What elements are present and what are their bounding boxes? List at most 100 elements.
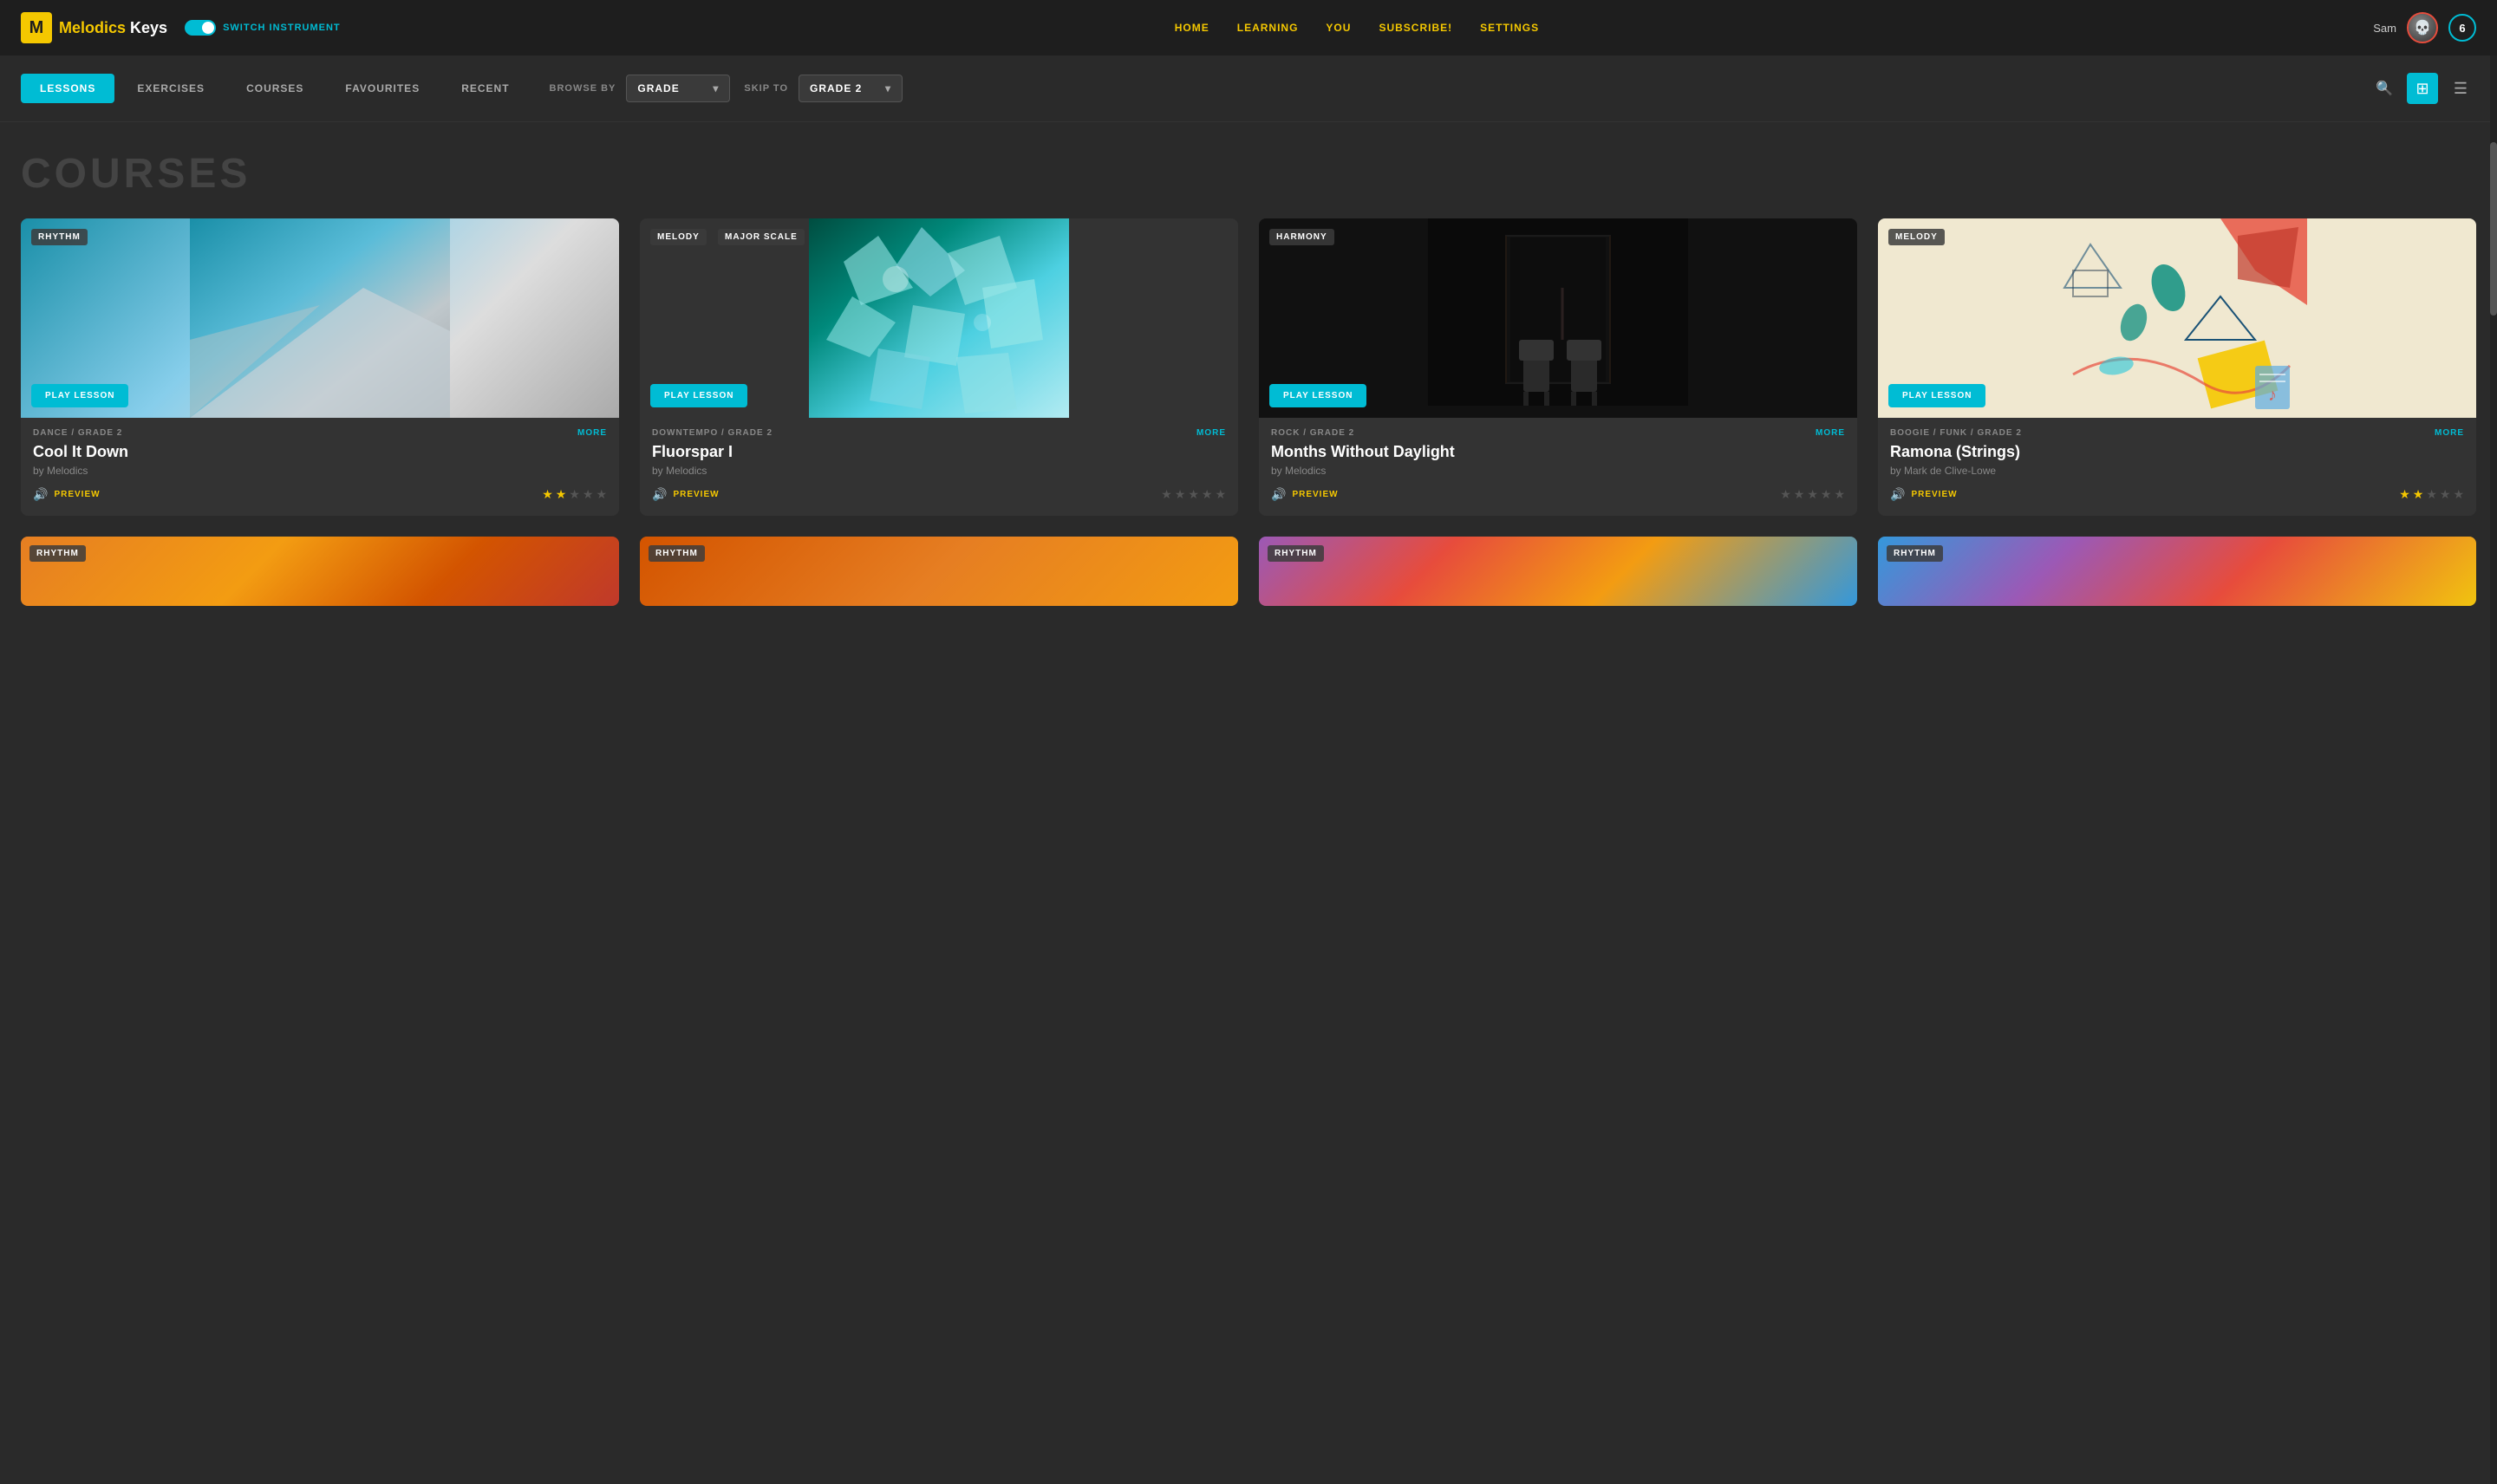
card-cool-it-down[interactable]: RHYTHM PLAY LESSON DANCE / GRADE 2 MORE … (21, 218, 619, 516)
cards-grid: RHYTHM PLAY LESSON DANCE / GRADE 2 MORE … (21, 218, 2476, 516)
card-title-1: Cool It Down (33, 443, 607, 461)
play-lesson-btn-4[interactable]: PLAY LESSON (1888, 384, 1985, 407)
card-months-without-daylight[interactable]: HARMONY PLAY LESSON ROCK / GRADE 2 MORE … (1259, 218, 1857, 516)
play-lesson-btn-2[interactable]: PLAY LESSON (650, 384, 747, 407)
nav-learning[interactable]: LEARNING (1237, 22, 1299, 34)
card-image-cool-it-down: RHYTHM PLAY LESSON (21, 218, 619, 418)
grade2-dropdown[interactable]: GRADE 2 ▾ (799, 75, 903, 102)
card-more-2[interactable]: MORE (1196, 428, 1226, 438)
preview-btn-1[interactable]: 🔊 PREVIEW (33, 487, 101, 502)
star-1-4: ★ (583, 487, 594, 502)
logo-box: M (21, 12, 52, 43)
tab-recent[interactable]: RECENT (442, 74, 528, 103)
search-button[interactable]: 🔍 (2369, 73, 2400, 104)
nav-settings[interactable]: SETTINGS (1480, 22, 1539, 34)
tag-harmony-3: HARMONY (1269, 229, 1334, 245)
star-2-3: ★ (1188, 487, 1199, 502)
bottom-card-image-2: RHYTHM (640, 537, 1238, 606)
bottom-tag-3: RHYTHM (1268, 545, 1324, 562)
bottom-tag-4: RHYTHM (1887, 545, 1943, 562)
card-genre-2: DOWNTEMPO / GRADE 2 (652, 428, 773, 438)
card-ramona[interactable]: ♪ MELODY PLAY LESSON BOOGIE / FUNK / GRA… (1878, 218, 2476, 516)
header-right: Sam 💀 6 (2373, 12, 2476, 43)
tab-courses[interactable]: COURSES (227, 74, 323, 103)
card-info-4: BOOGIE / FUNK / GRADE 2 MORE Ramona (Str… (1878, 418, 2476, 516)
card-image-ramona: ♪ MELODY PLAY LESSON (1878, 218, 2476, 418)
bottom-card-image-1: RHYTHM (21, 537, 619, 606)
card-meta-4: BOOGIE / FUNK / GRADE 2 MORE (1890, 428, 2464, 438)
card-title-4: Ramona (Strings) (1890, 443, 2464, 461)
switch-instrument-area[interactable]: SWITCH INSTRUMENT (185, 20, 341, 36)
stars-4: ★ ★ ★ ★ ★ (2399, 487, 2464, 502)
card-footer-1: 🔊 PREVIEW ★ ★ ★ ★ ★ (33, 487, 607, 502)
card-more-1[interactable]: MORE (577, 428, 607, 438)
skip-area: SKIP TO GRADE 2 ▾ (744, 75, 903, 102)
main-content: COURSES RHY (0, 122, 2497, 634)
card-more-3[interactable]: MORE (1816, 428, 1845, 438)
stars-2: ★ ★ ★ ★ ★ (1161, 487, 1226, 502)
card-genre-4: BOOGIE / FUNK / GRADE 2 (1890, 428, 2022, 438)
preview-btn-2[interactable]: 🔊 PREVIEW (652, 487, 720, 502)
card-more-4[interactable]: MORE (2435, 428, 2464, 438)
nav-subscribe[interactable]: SUBSCRIBE! (1379, 22, 1452, 34)
tab-lessons[interactable]: LESSONS (21, 74, 114, 103)
star-4-2: ★ (2413, 487, 2424, 502)
star-3-3: ★ (1807, 487, 1818, 502)
chevron-down-icon: ▾ (713, 82, 719, 94)
star-3-5: ★ (1834, 487, 1845, 502)
keys-text: Keys (126, 19, 167, 36)
card-genre-3: ROCK / GRADE 2 (1271, 428, 1354, 438)
svg-text:♪: ♪ (2268, 386, 2277, 405)
star-3-4: ★ (1821, 487, 1832, 502)
card-image-fluorspar: MELODY MAJOR SCALE PLAY LESSON (640, 218, 1238, 418)
tab-exercises[interactable]: EXERCISES (118, 74, 224, 103)
melodics-text: Melodics (59, 19, 126, 36)
star-3-1: ★ (1780, 487, 1791, 502)
scrollbar[interactable] (2490, 55, 2497, 1484)
bottom-card-3[interactable]: RHYTHM (1259, 537, 1857, 606)
avatar[interactable]: 💀 (2407, 12, 2438, 43)
preview-btn-4[interactable]: 🔊 PREVIEW (1890, 487, 1958, 502)
card-footer-2: 🔊 PREVIEW ★ ★ ★ ★ ★ (652, 487, 1226, 502)
instrument-toggle[interactable] (185, 20, 216, 36)
card-footer-4: 🔊 PREVIEW ★ ★ ★ ★ ★ (1890, 487, 2464, 502)
star-4-1: ★ (2399, 487, 2410, 502)
bottom-card-2[interactable]: RHYTHM (640, 537, 1238, 606)
app-name: Melodics Keys (59, 19, 167, 37)
tag-melody-2: MELODY (650, 229, 707, 245)
bottom-card-4[interactable]: RHYTHM (1878, 537, 2476, 606)
play-lesson-btn-1[interactable]: PLAY LESSON (31, 384, 128, 407)
card-fluorspar[interactable]: MELODY MAJOR SCALE PLAY LESSON DOWNTEMPO… (640, 218, 1238, 516)
stars-3: ★ ★ ★ ★ ★ (1780, 487, 1845, 502)
scrollbar-thumb[interactable] (2490, 142, 2497, 316)
bottom-cards-row: RHYTHM RHYTHM RHYTHM RHYTHM (21, 537, 2476, 606)
grid-view-button[interactable]: ⊞ (2407, 73, 2438, 104)
star-4-3: ★ (2426, 487, 2437, 502)
stars-1: ★ ★ ★ ★ ★ (542, 487, 607, 502)
speaker-icon-4: 🔊 (1890, 487, 1906, 502)
right-controls: 🔍 ⊞ ☰ (2369, 73, 2476, 104)
username: Sam (2373, 22, 2396, 35)
play-lesson-btn-3[interactable]: PLAY LESSON (1269, 384, 1366, 407)
card-title-3: Months Without Daylight (1271, 443, 1845, 461)
grade-dropdown[interactable]: GRADE ▾ (626, 75, 730, 102)
list-icon: ☰ (2454, 80, 2468, 98)
nav-you[interactable]: YOU (1326, 22, 1351, 34)
bottom-card-image-3: RHYTHM (1259, 537, 1857, 606)
browse-by-label: BROWSE BY (550, 83, 616, 94)
card-image-months: HARMONY PLAY LESSON (1259, 218, 1857, 418)
preview-btn-3[interactable]: 🔊 PREVIEW (1271, 487, 1339, 502)
nav-home[interactable]: HOME (1175, 22, 1209, 34)
speaker-icon-2: 🔊 (652, 487, 668, 502)
star-4-5: ★ (2453, 487, 2464, 502)
notification-badge[interactable]: 6 (2448, 14, 2476, 42)
tab-favourites[interactable]: FAVOURITES (326, 74, 439, 103)
bottom-card-1[interactable]: RHYTHM (21, 537, 619, 606)
tabs-bar: LESSONS EXERCISES COURSES FAVOURITES REC… (0, 55, 2497, 122)
tag-major-scale-2: MAJOR SCALE (718, 229, 805, 245)
list-view-button[interactable]: ☰ (2445, 73, 2476, 104)
switch-label: SWITCH INSTRUMENT (223, 23, 341, 33)
bottom-tag-1: RHYTHM (29, 545, 86, 562)
star-1-1: ★ (542, 487, 553, 502)
header: M Melodics Keys SWITCH INSTRUMENT HOME L… (0, 0, 2497, 55)
